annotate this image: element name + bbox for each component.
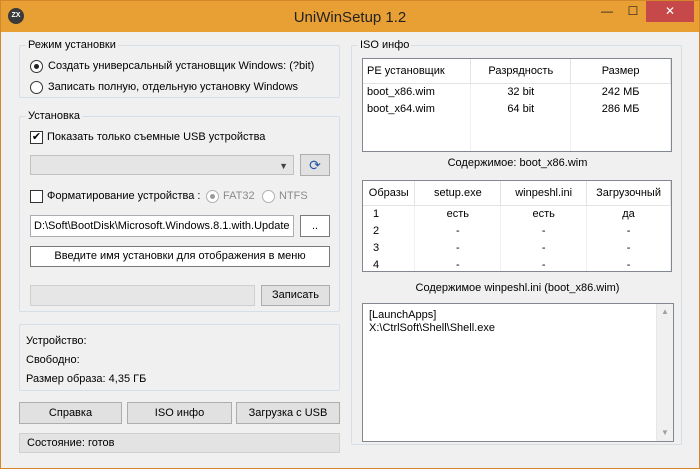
usb-only-checkbox[interactable]: ✔ (30, 131, 43, 144)
format-checkbox[interactable] (30, 190, 43, 203)
table-cell: 3 (363, 239, 416, 256)
table-cell: - (586, 256, 671, 271)
table-cell: - (414, 239, 502, 256)
close-button[interactable]: ✕ (646, 1, 694, 22)
table-cell: boot_x64.wim (363, 100, 472, 117)
table-cell: 4 (363, 256, 416, 271)
table-row[interactable]: 4 - - - (363, 256, 671, 271)
column-header[interactable]: PE установщик (363, 59, 472, 84)
refresh-icon: ⟳ (309, 157, 321, 173)
client-area: Режим установки Создать универсальный ус… (9, 32, 691, 462)
format-label[interactable]: Форматирование устройства : (47, 190, 200, 202)
free-space-label: Свободно: (26, 354, 80, 366)
maximize-button[interactable]: ☐ (620, 1, 646, 22)
usb-only-label[interactable]: Показать только съемные USB устройства (47, 131, 265, 143)
column-header[interactable]: Размер (570, 59, 671, 84)
table-row (363, 134, 671, 151)
images-table[interactable]: Образы setup.exe winpeshl.ini Загрузочны… (362, 180, 672, 272)
image-path-input[interactable]: D:\Soft\BootDisk\Microsoft.Windows.8.1.w… (30, 215, 294, 237)
table-cell: да (586, 205, 671, 222)
table-cell: - (586, 239, 671, 256)
iso-info-group: ISO инфо PE установщик Разрядность Разме… (351, 39, 682, 445)
table-cell: 2 (363, 222, 416, 239)
status-bar: Состояние: готов (19, 433, 340, 453)
device-label: Устройство: (26, 335, 87, 347)
table-row[interactable]: 1 есть есть да (363, 205, 671, 222)
column-header[interactable]: winpeshl.ini (500, 181, 588, 206)
table-cell: - (586, 222, 671, 239)
status-text: Состояние: готов (27, 437, 115, 449)
table-cell: 286 МБ (570, 100, 671, 117)
table-row (363, 117, 671, 134)
progress-bar (30, 285, 255, 306)
winpeshl-line: [LaunchApps] (369, 309, 437, 321)
iso-info-button[interactable]: ISO инфо (127, 402, 232, 424)
scroll-down-icon[interactable]: ▼ (657, 425, 673, 441)
mode-full-radio[interactable] (30, 81, 43, 94)
table-cell: 64 bit (470, 100, 572, 117)
scroll-up-icon[interactable]: ▲ (657, 304, 673, 320)
ntfs-radio[interactable] (262, 190, 275, 203)
column-header[interactable]: setup.exe (414, 181, 502, 206)
table-cell: - (414, 222, 502, 239)
browse-button[interactable]: .. (300, 215, 330, 237)
vertical-scrollbar[interactable]: ▲ ▼ (656, 304, 673, 441)
title-bar[interactable]: ZX UniWinSetup 1.2 — ☐ ✕ (1, 1, 699, 32)
column-header[interactable]: Загрузочный (586, 181, 671, 206)
table-row[interactable]: boot_x64.wim 64 bit 286 МБ (363, 100, 671, 117)
table-cell: - (500, 256, 588, 271)
fat32-label[interactable]: FAT32 (223, 190, 255, 202)
images-table-header: Образы setup.exe winpeshl.ini Загрузочны… (363, 181, 671, 206)
table-row[interactable]: boot_x86.wim 32 bit 242 МБ (363, 83, 671, 100)
winpeshl-content[interactable]: [LaunchApps] X:\CtrlSoft\Shell\Shell.exe… (362, 303, 674, 442)
device-select[interactable]: ▼ (30, 155, 294, 175)
mode-group: Режим установки Создать универсальный ус… (19, 39, 340, 98)
menu-name-input[interactable]: Введите имя установки для отображения в … (30, 246, 330, 267)
column-header[interactable]: Разрядность (470, 59, 572, 84)
pe-table-header: PE установщик Разрядность Размер (363, 59, 671, 84)
install-group: Установка ✔ Показать только съемные USB … (19, 110, 340, 312)
table-cell: есть (414, 205, 502, 222)
refresh-devices-button[interactable]: ⟳ (300, 154, 330, 176)
contents-caption: Содержимое: boot_x86.wim (447, 157, 588, 169)
winpeshl-caption: Содержимое winpeshl.ini (boot_x86.wim) (415, 282, 620, 294)
usb-boot-button[interactable]: Загрузка с USB (236, 402, 340, 424)
table-cell: 242 МБ (570, 83, 671, 100)
mode-universal-label[interactable]: Создать универсальный установщик Windows… (48, 60, 314, 72)
chevron-down-icon: ▼ (279, 161, 288, 171)
fat32-radio[interactable] (206, 190, 219, 203)
table-cell: - (414, 256, 502, 271)
table-row[interactable]: 2 - - - (363, 222, 671, 239)
ntfs-label[interactable]: NTFS (279, 190, 308, 202)
minimize-button[interactable]: — (594, 1, 620, 22)
mode-universal-radio[interactable] (30, 60, 43, 73)
table-cell: - (500, 222, 588, 239)
write-button[interactable]: Записать (261, 285, 330, 306)
help-button[interactable]: Справка (19, 402, 122, 424)
column-header[interactable]: Образы (363, 181, 416, 206)
table-row[interactable]: 3 - - - (363, 239, 671, 256)
winpeshl-line: X:\CtrlSoft\Shell\Shell.exe (369, 322, 495, 334)
table-cell: 1 (363, 205, 416, 222)
install-group-title: Установка (26, 110, 82, 122)
pe-table[interactable]: PE установщик Разрядность Размер boot_x8… (362, 58, 672, 152)
image-size-label: Размер образа: 4,35 ГБ (26, 373, 147, 385)
mode-group-title: Режим установки (26, 39, 118, 51)
app-window: ZX UniWinSetup 1.2 — ☐ ✕ Режим установки… (0, 0, 700, 469)
table-cell: 32 bit (470, 83, 572, 100)
table-cell: есть (500, 205, 588, 222)
mode-full-label[interactable]: Записать полную, отдельную установку Win… (48, 81, 298, 93)
device-info-panel: Устройство: Свободно: Размер образа: 4,3… (19, 324, 340, 391)
table-cell: boot_x86.wim (363, 83, 472, 100)
iso-info-group-title: ISO инфо (358, 39, 412, 51)
table-cell: - (500, 239, 588, 256)
